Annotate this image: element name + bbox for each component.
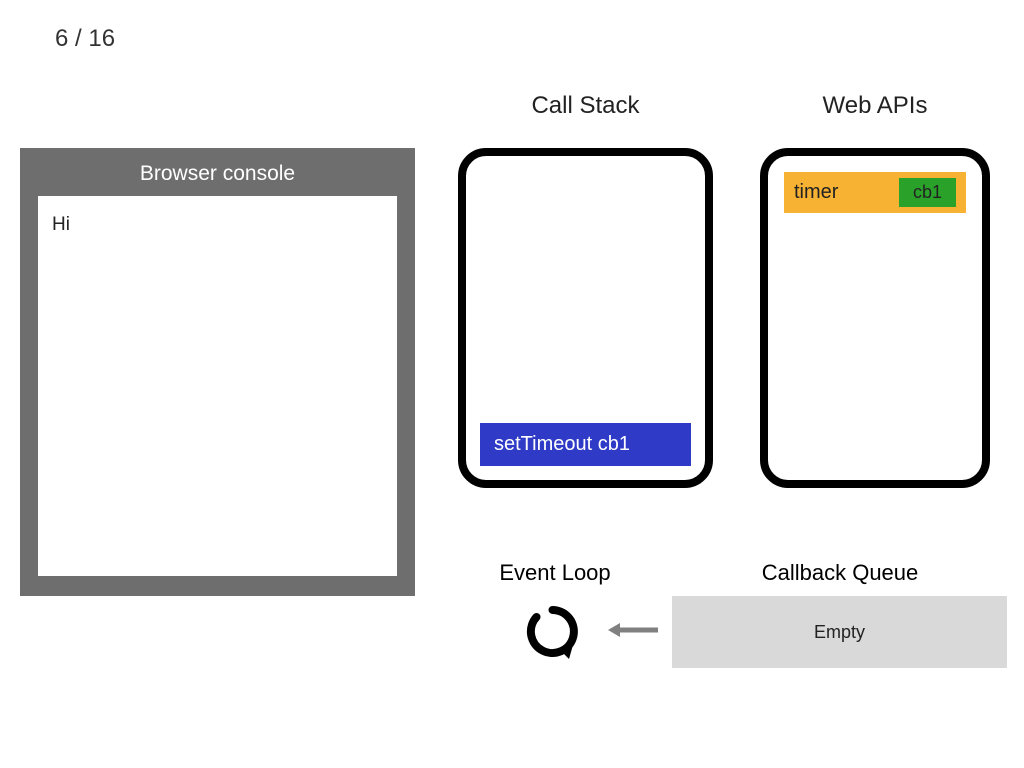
timer-label: timer — [794, 181, 838, 204]
web-apis-title: Web APIs — [760, 92, 990, 120]
call-stack-box: setTimeout cb1 — [458, 148, 713, 488]
web-apis-box: timer cb1 — [760, 148, 990, 488]
browser-console-output: Hi — [38, 196, 397, 576]
browser-console-title: Browser console — [20, 148, 415, 196]
callback-queue-box: Empty — [672, 596, 1007, 668]
browser-console-panel: Browser console Hi — [20, 148, 415, 596]
arrow-left-icon — [606, 618, 661, 642]
stack-frame: setTimeout cb1 — [480, 423, 691, 466]
slide-counter: 6 / 16 — [55, 25, 115, 53]
call-stack-title: Call Stack — [458, 92, 713, 120]
callback-queue-title: Callback Queue — [740, 560, 940, 586]
event-loop-icon — [525, 604, 580, 659]
timer-entry: timer cb1 — [784, 172, 966, 213]
callback-queue-content: Empty — [814, 622, 865, 643]
event-loop-title: Event Loop — [480, 560, 630, 586]
callback-badge: cb1 — [899, 178, 956, 207]
